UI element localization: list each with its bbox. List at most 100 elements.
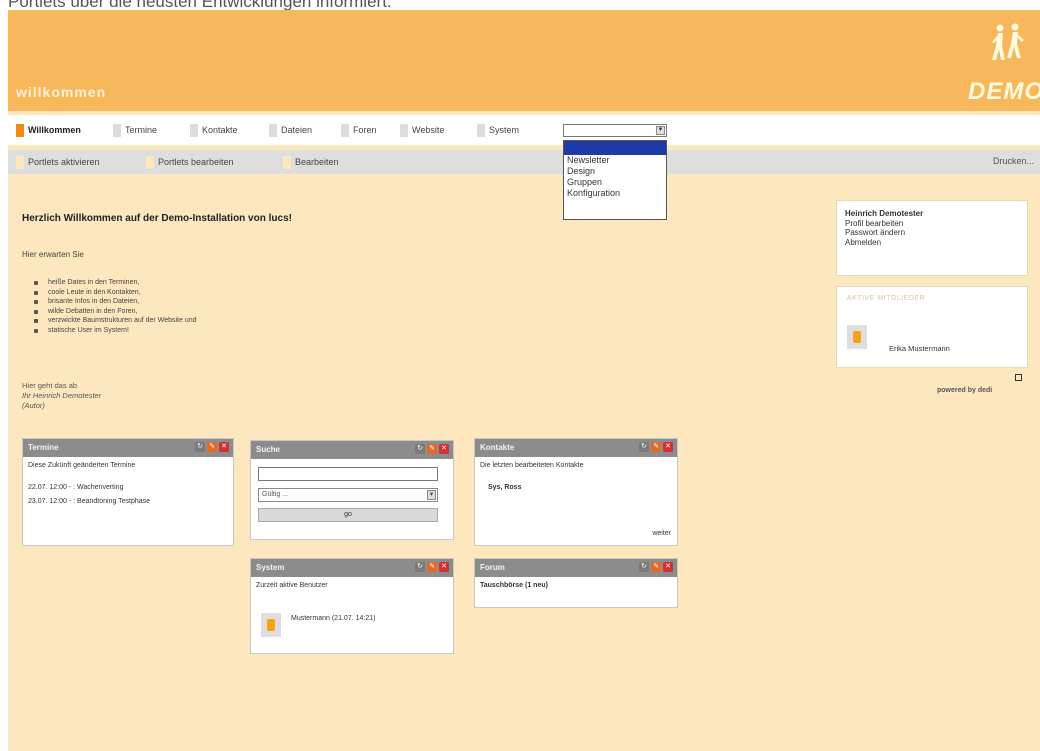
list-item: coole Leute in den Kontakten, (30, 288, 197, 298)
dropdown-highlighted-option[interactable] (564, 141, 666, 155)
dropdown-option-newsletter[interactable]: Newsletter (564, 155, 666, 166)
password-link[interactable]: Passwort ändern (845, 228, 1019, 238)
more-tabs-dropdown: Newsletter Design Gruppen Konfiguration (563, 140, 667, 220)
edit-icon[interactable]: ✎ (207, 442, 217, 452)
search-input[interactable] (258, 467, 438, 481)
active-members-box: AKTIVE MITGLIEDER Erika Mustermann (836, 286, 1028, 368)
tab-website[interactable]: Website (400, 123, 444, 138)
contact-link[interactable]: Sys, Ross (480, 483, 672, 493)
tab-system[interactable]: System (477, 123, 519, 138)
active-user[interactable]: Mustermann (21.07. 14:21) (291, 615, 375, 622)
action-bar: Portlets aktivieren Portlets bearbeiten … (8, 150, 1040, 174)
edit-icon[interactable]: ✎ (651, 442, 661, 452)
portlet-header: Kontakte ↻ ✎ ✕ (475, 439, 677, 457)
more-link[interactable]: weiter (652, 529, 671, 539)
avatar (847, 325, 867, 349)
dropdown-option-gruppen[interactable]: Gruppen (564, 177, 666, 188)
tab-dateien[interactable]: Dateien (269, 123, 312, 138)
logo-figures-icon (992, 23, 1024, 60)
dropdown-option-design[interactable]: Design (564, 166, 666, 177)
portlet-subtitle: Diese Zukünft geänderten Termine (28, 462, 136, 469)
main-tab-bar: Willkommen Termine Kontakte Dateien Fore… (8, 115, 1040, 145)
close-icon[interactable]: ✕ (439, 444, 449, 454)
refresh-icon[interactable]: ↻ (639, 442, 649, 452)
user-name: Heinrich Demotester (845, 209, 924, 218)
portlet-termine: Termine ↻ ✎ ✕ Diese Zukünft geänderten T… (22, 438, 234, 546)
header-banner: willkommen DEMO (8, 10, 1040, 111)
portlet-suche: Suche ↻ ✎ ✕ Gültig ... ▼ go (250, 440, 454, 540)
tab-willkommen[interactable]: Willkommen (16, 123, 81, 138)
search-scope-select[interactable]: Gültig ... ▼ (258, 488, 438, 502)
portlet-title: System (256, 563, 285, 572)
portlet-title: Forum (480, 563, 505, 572)
page-title: Herzlich Willkommen auf der Demo-Install… (22, 213, 292, 224)
signature-role: (Autor) (22, 401, 45, 410)
signature-line: Hier geht das ab (22, 381, 78, 390)
signature-author: Ihr Heinrich Demotester (22, 391, 102, 400)
edit-icon[interactable]: ✎ (651, 562, 661, 572)
signature: Hier geht das ab Ihr Heinrich Demotester… (22, 381, 101, 411)
search-scope-value: Gültig ... (262, 491, 289, 498)
portlet-header: System ↻ ✎ ✕ (251, 559, 453, 577)
list-item: brisante Infos in den Dateien, (30, 297, 197, 307)
portlet-title: Termine (28, 443, 59, 452)
portlet-kontakte: Kontakte ↻ ✎ ✕ Die letzten bearbeiteten … (474, 438, 678, 546)
profile-link[interactable]: Profil bearbeiten (845, 219, 1019, 229)
list-item: heiße Dates in den Terminen, (30, 278, 197, 288)
forum-topic-link[interactable]: Tauschbörse (1 neu) (480, 581, 672, 591)
portlet-body: Die letzten bearbeiteten Kontakte Sys, R… (475, 457, 677, 537)
feature-list: heiße Dates in den Terminen, coole Leute… (30, 278, 197, 335)
tab-termine[interactable]: Termine (113, 123, 157, 138)
more-tabs-select[interactable]: ▼ (563, 124, 667, 137)
avatar (261, 613, 281, 637)
caption-text: Portlets über die neusten Entwicklungen … (8, 0, 392, 10)
portlet-forum: Forum ↻ ✎ ✕ Tauschbörse (1 neu) (474, 558, 678, 608)
close-icon[interactable]: ✕ (663, 562, 673, 572)
app-frame: willkommen DEMO Willkommen Termine Konta… (8, 10, 1040, 751)
portlet-header: Termine ↻ ✎ ✕ (23, 439, 233, 457)
close-icon[interactable]: ✕ (439, 562, 449, 572)
refresh-icon[interactable]: ↻ (195, 442, 205, 452)
refresh-icon[interactable]: ↻ (415, 562, 425, 572)
active-members-title: AKTIVE MITGLIEDER (847, 295, 926, 302)
logout-link[interactable]: Abmelden (845, 238, 1019, 248)
portlet-subtitle: Zurzeit aktive Benutzer (256, 582, 328, 589)
chevron-down-icon[interactable]: ▼ (427, 490, 436, 500)
portlet-body: Zurzeit aktive Benutzer (251, 577, 453, 595)
list-item: statische User im System! (30, 326, 197, 336)
portlet-system: System ↻ ✎ ✕ Zurzeit aktive Benutzer Mus… (250, 558, 454, 654)
search-go-button[interactable]: go (258, 508, 438, 522)
powered-by-text: powered by dedi (937, 387, 993, 394)
intro-text: Hier erwarten Sie (22, 250, 84, 259)
portlet-header: Forum ↻ ✎ ✕ (475, 559, 677, 577)
portlet-body: Diese Zukünft geänderten Termine 22.07. … (23, 457, 233, 511)
list-item: wilde Debatten in den Foren, (30, 307, 197, 317)
portlet-title: Suche (256, 445, 281, 454)
welcome-heading: willkommen (16, 84, 107, 100)
close-icon[interactable]: ✕ (219, 442, 229, 452)
portlet-title: Kontakte (480, 443, 515, 452)
refresh-icon[interactable]: ↻ (639, 562, 649, 572)
logo-demo-text: DEMO (968, 78, 1040, 105)
list-item[interactable]: 23.07. 12:00 - : Beandtoning Testphase (28, 497, 168, 507)
edit-icon[interactable]: ✎ (427, 562, 437, 572)
member-name[interactable]: Erika Mustermann (889, 344, 950, 353)
tab-kontakte[interactable]: Kontakte (190, 123, 238, 138)
edit-icon[interactable]: ✎ (427, 444, 437, 454)
refresh-icon[interactable]: ↻ (415, 444, 425, 454)
list-item[interactable]: 22.07. 12:00 - : Wachenverting (28, 483, 228, 493)
chevron-down-icon[interactable]: ▼ (656, 126, 665, 135)
user-box: Heinrich Demotester Profil bearbeiten Pa… (836, 200, 1028, 276)
edit-link[interactable]: Bearbeiten (283, 156, 339, 169)
external-link-icon[interactable] (1015, 374, 1022, 381)
portlet-body: Tauschbörse (1 neu) (475, 577, 677, 595)
print-link[interactable]: Drucken... (993, 156, 1034, 166)
dropdown-option-konfiguration[interactable]: Konfiguration (564, 188, 666, 199)
portlet-subtitle: Die letzten bearbeiteten Kontakte (480, 462, 584, 469)
portlet-header: Suche ↻ ✎ ✕ (251, 441, 453, 459)
activate-portlets-link[interactable]: Portlets aktivieren (16, 156, 100, 169)
edit-portlets-link[interactable]: Portlets bearbeiten (146, 156, 234, 169)
list-item: verzwickte Baumstrukturen auf der Websit… (30, 316, 197, 326)
tab-foren[interactable]: Foren (341, 123, 377, 138)
close-icon[interactable]: ✕ (663, 442, 673, 452)
